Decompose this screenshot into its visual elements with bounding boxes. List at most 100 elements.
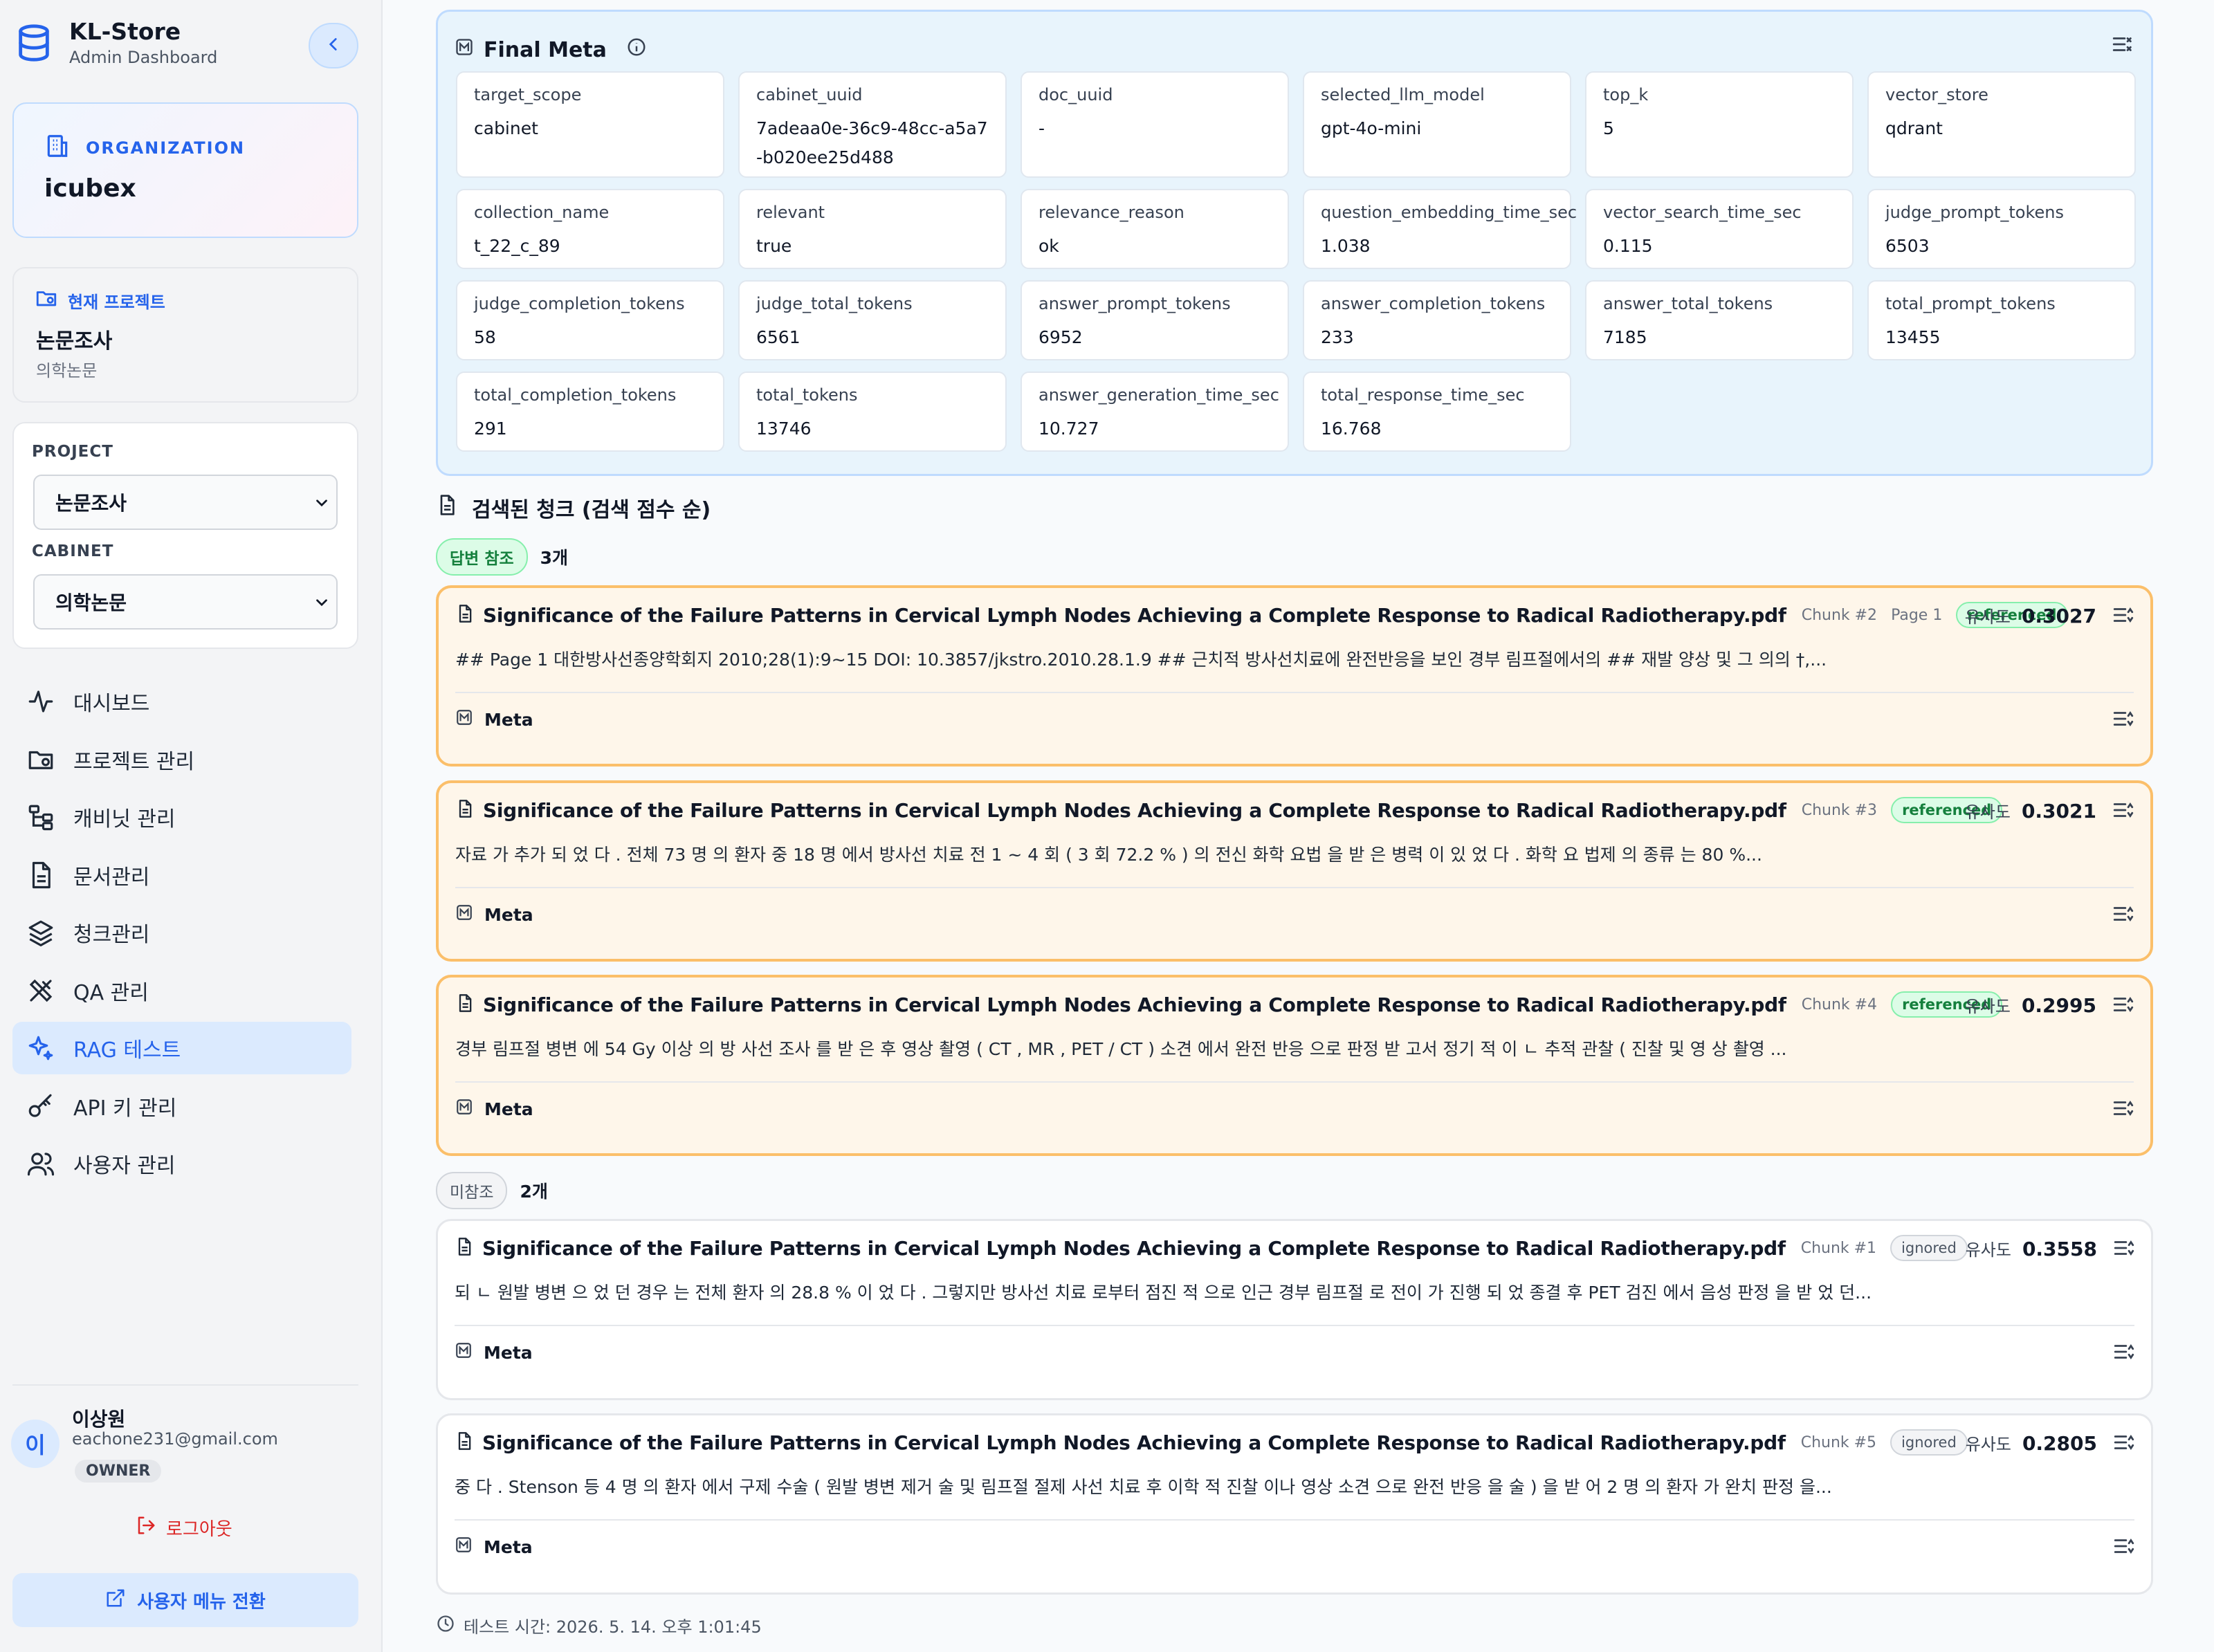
score-label: 유사도 (1964, 607, 2011, 627)
meta-field-value: 291 (474, 419, 507, 439)
sidebar-item-documents[interactable]: 문서관리 (12, 849, 351, 901)
meta-field: total_prompt_tokens 13455 (1867, 280, 2136, 360)
chunk-document-title: Significance of the Failure Patterns in … (483, 798, 1786, 822)
sidebar-item-api-keys[interactable]: API 키 관리 (12, 1080, 351, 1132)
meta-field-value: 233 (1321, 327, 1354, 347)
referenced-badge: 답변 참조 (436, 538, 528, 576)
tools-icon (26, 976, 55, 1005)
switch-user-menu-button[interactable]: 사용자 메뉴 전환 (12, 1573, 358, 1627)
test-time-text: 테스트 시간: 2026. 5. 14. 오후 1:01:45 (464, 1617, 762, 1637)
sidebar-item-label: QA 관리 (73, 980, 149, 1005)
cabinet-select[interactable]: 의학논문 (33, 574, 338, 630)
score-value: 0.3027 (2021, 605, 2096, 627)
meta-icon (455, 1536, 473, 1558)
organization-card: ORGANIZATION icubex (12, 102, 358, 238)
meta-field-key: selected_llm_model (1321, 85, 1485, 104)
collapse-toggle-icon[interactable] (2111, 33, 2134, 59)
current-project-card: 현재 프로젝트 논문조사 의학논문 (12, 267, 358, 403)
chunk-document-title: Significance of the Failure Patterns in … (483, 603, 1786, 627)
file-text-icon (455, 604, 475, 626)
meta-expand-toggle-icon[interactable] (2112, 1096, 2135, 1123)
meta-field: vector_search_time_sec 0.115 (1585, 189, 1854, 269)
meta-field: collection_name t_22_c_89 (456, 189, 724, 269)
unreferenced-group-header: 미참조 2개 (436, 1172, 548, 1209)
chunk-preview-text: ## Page 1 대한방사선종양학회지 2010;28(1):9∼15 DOI… (455, 650, 1827, 670)
chunk-score: 유사도 0.2805 (1966, 1431, 2097, 1455)
score-value: 0.2805 (2022, 1432, 2097, 1455)
sidebar: KL-Store Admin Dashboard ORGANIZATION ic… (0, 0, 383, 1652)
sidebar-item-projects[interactable]: 프로젝트 관리 (12, 733, 351, 786)
meta-label: Meta (484, 1342, 533, 1363)
unreferenced-badge: 미참조 (436, 1172, 508, 1209)
chunk-card[interactable]: Significance of the Failure Patterns in … (436, 1219, 2153, 1400)
meta-field-key: top_k (1603, 85, 1649, 104)
logout-icon (136, 1515, 156, 1541)
referenced-group-header: 답변 참조 3개 (436, 538, 568, 576)
expand-toggle-icon[interactable] (2112, 603, 2135, 630)
meta-label: Meta (484, 1099, 533, 1119)
meta-expand-toggle-icon[interactable] (2112, 1534, 2136, 1561)
meta-field: relevant true (738, 189, 1007, 269)
sidebar-item-label: 프로젝트 관리 (73, 749, 195, 774)
expand-toggle-icon[interactable] (2112, 798, 2135, 825)
meta-expand-toggle-icon[interactable] (2112, 707, 2135, 733)
meta-expand-toggle-icon[interactable] (2112, 1340, 2136, 1366)
meta-icon (455, 1098, 473, 1120)
chunk-meta-toggle[interactable]: Meta (455, 1536, 533, 1558)
expand-toggle-icon[interactable] (2112, 993, 2135, 1019)
sidebar-item-dashboard[interactable]: 대시보드 (12, 675, 351, 728)
chunk-meta-toggle[interactable]: Meta (455, 708, 533, 731)
meta-field-value: 1.038 (1321, 236, 1371, 256)
expand-toggle-icon[interactable] (2112, 1431, 2136, 1457)
meta-field-value: 6952 (1039, 327, 1083, 347)
meta-field: total_response_time_sec 16.768 (1303, 371, 1571, 452)
chunk-meta-toggle[interactable]: Meta (455, 1098, 533, 1120)
chunk-status-badge: ignored (1890, 1235, 1968, 1261)
chunk-card[interactable]: Significance of the Failure Patterns in … (436, 780, 2153, 962)
meta-field-key: total_completion_tokens (474, 385, 677, 405)
sidebar-item-rag-test[interactable]: RAG 테스트 (12, 1022, 351, 1074)
sidebar-item-users[interactable]: 사용자 관리 (12, 1137, 351, 1190)
chunk-card[interactable]: Significance of the Failure Patterns in … (436, 975, 2153, 1156)
chunk-header: Significance of the Failure Patterns in … (455, 1235, 1968, 1261)
meta-label: Meta (484, 904, 533, 925)
sidebar-item-chunks[interactable]: 청크관리 (12, 906, 351, 959)
score-label: 유사도 (1965, 1240, 2011, 1260)
meta-field: relevance_reason ok (1021, 189, 1289, 269)
project-select-label: PROJECT (32, 443, 113, 461)
sidebar-item-qa[interactable]: QA 관리 (12, 964, 351, 1017)
chunk-meta-toggle[interactable]: Meta (455, 903, 533, 926)
user-email: eachone231@gmail.com (72, 1429, 278, 1449)
score-value: 0.3021 (2021, 800, 2096, 823)
meta-field-value: 6503 (1885, 236, 1930, 256)
info-icon[interactable] (626, 37, 647, 63)
project-select[interactable]: 논문조사 (33, 475, 338, 530)
meta-field-key: collection_name (474, 203, 610, 222)
meta-field: judge_prompt_tokens 6503 (1867, 189, 2136, 269)
organization-label: ORGANIZATION (86, 138, 246, 158)
sidebar-item-cabinets[interactable]: 캐비닛 관리 (12, 791, 351, 843)
meta-field-key: total_prompt_tokens (1885, 294, 2056, 313)
meta-field-value: 7adeaa0e-36c9-48cc-a5a7-b020ee25d488 (756, 118, 988, 167)
meta-field: question_embedding_time_sec 1.038 (1303, 189, 1577, 269)
folder-icon (35, 286, 58, 314)
chunk-score: 유사도 0.3027 (1965, 603, 2096, 627)
sidebar-item-label: API 키 관리 (73, 1096, 177, 1121)
unreferenced-count: 2개 (520, 1182, 548, 1202)
chunk-document-title: Significance of the Failure Patterns in … (482, 1431, 1786, 1454)
chunk-number: Chunk #2 (1801, 606, 1878, 624)
chunk-meta-toggle[interactable]: Meta (455, 1341, 533, 1364)
logout-button[interactable]: 로그아웃 (136, 1515, 232, 1541)
chunk-card[interactable]: Significance of the Failure Patterns in … (436, 585, 2153, 767)
retrieved-chunks-title: 검색된 청크 (검색 점수 순) (472, 498, 711, 522)
meta-expand-toggle-icon[interactable] (2112, 902, 2135, 928)
meta-label: Meta (484, 709, 533, 730)
score-value: 0.3558 (2022, 1238, 2097, 1260)
collapse-sidebar-button[interactable] (309, 23, 358, 68)
expand-toggle-icon[interactable] (2112, 1236, 2136, 1263)
brand-title: KL-Store (69, 18, 181, 45)
tree-icon (26, 802, 55, 832)
final-meta-panel: Final Meta target_scope cabinet cabinet_uu… (436, 10, 2153, 476)
chunk-card[interactable]: Significance of the Failure Patterns in … (436, 1413, 2153, 1595)
chunk-number: Chunk #1 (1800, 1239, 1877, 1257)
